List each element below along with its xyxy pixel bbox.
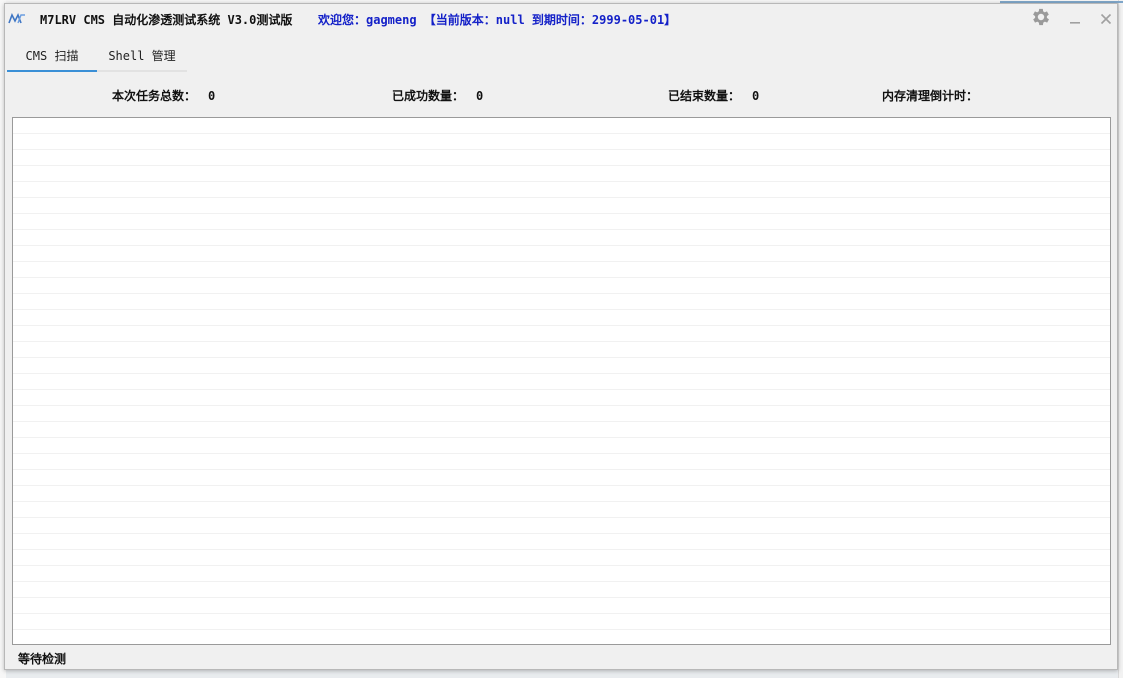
background-window-right: [1118, 0, 1123, 678]
stat-success: 已成功数量： 0: [392, 87, 483, 104]
grid-row: [13, 422, 1110, 438]
grid-row: [13, 454, 1110, 470]
title-bar[interactable]: M7LRV CMS 自动化渗透测试系统 V3.0测试版 欢迎您：gagmeng …: [5, 4, 1117, 34]
scan-results-grid[interactable]: [12, 117, 1111, 645]
stat-finished: 已结束数量： 0: [668, 87, 759, 104]
grid-row: [13, 598, 1110, 614]
stat-success-value: 0: [476, 89, 484, 103]
grid-row: [13, 614, 1110, 630]
status-text: 等待检测: [18, 652, 67, 666]
stat-countdown: 内存清理倒计时：: [882, 87, 978, 104]
grid-row: [13, 182, 1110, 198]
grid-row: [13, 438, 1110, 454]
stat-total-value: 0: [208, 89, 216, 103]
grid-row: [13, 566, 1110, 582]
main-window: M7LRV CMS 自动化渗透测试系统 V3.0测试版 欢迎您：gagmeng …: [4, 3, 1118, 670]
grid-row: [13, 198, 1110, 214]
grid-row: [13, 550, 1110, 566]
tab-cms-scan[interactable]: CMS 扫描: [7, 40, 97, 72]
close-button[interactable]: [1095, 6, 1117, 32]
grid-row: [13, 166, 1110, 182]
grid-row: [13, 358, 1110, 374]
stat-total: 本次任务总数： 0: [112, 87, 215, 104]
grid-row: [13, 534, 1110, 550]
grid-row: [13, 582, 1110, 598]
task-stats: 本次任务总数： 0 已成功数量： 0 已结束数量： 0 内存清理倒计时：: [5, 85, 1117, 105]
stat-finished-value: 0: [752, 89, 760, 103]
grid-row: [13, 342, 1110, 358]
grid-row: [13, 134, 1110, 150]
grid-row: [13, 278, 1110, 294]
grid-row: [13, 310, 1110, 326]
tab-bar: CMS 扫描 Shell 管理: [7, 40, 187, 74]
grid-row: [13, 294, 1110, 310]
stat-total-label: 本次任务总数：: [112, 89, 197, 103]
grid-row: [13, 374, 1110, 390]
grid-row: [13, 518, 1110, 534]
grid-row: [13, 406, 1110, 422]
minimize-icon: [1069, 10, 1081, 29]
window-title: M7LRV CMS 自动化渗透测试系统 V3.0测试版: [40, 13, 293, 27]
stat-countdown-label: 内存清理倒计时：: [882, 89, 979, 103]
stat-success-label: 已成功数量：: [392, 89, 465, 103]
stat-finished-label: 已结束数量：: [668, 89, 741, 103]
grid-row: [13, 230, 1110, 246]
grid-row: [13, 326, 1110, 342]
grid-row: [13, 246, 1110, 262]
grid-row: [13, 150, 1110, 166]
grid-row: [13, 118, 1110, 134]
grid-row: [13, 262, 1110, 278]
grid-row: [13, 630, 1110, 644]
grid-row: [13, 470, 1110, 486]
minimize-button[interactable]: [1065, 6, 1085, 32]
grid-row: [13, 390, 1110, 406]
settings-button[interactable]: [1027, 6, 1055, 32]
grid-row: [13, 502, 1110, 518]
tab-shell-management[interactable]: Shell 管理: [97, 40, 187, 72]
gear-icon: [1030, 6, 1052, 32]
close-icon: [1100, 10, 1112, 29]
grid-row: [13, 486, 1110, 502]
app-logo-icon: [8, 11, 26, 25]
welcome-info: 欢迎您：gagmeng 【当前版本：null 到期时间：2999-05-01】: [318, 13, 677, 27]
grid-row: [13, 214, 1110, 230]
